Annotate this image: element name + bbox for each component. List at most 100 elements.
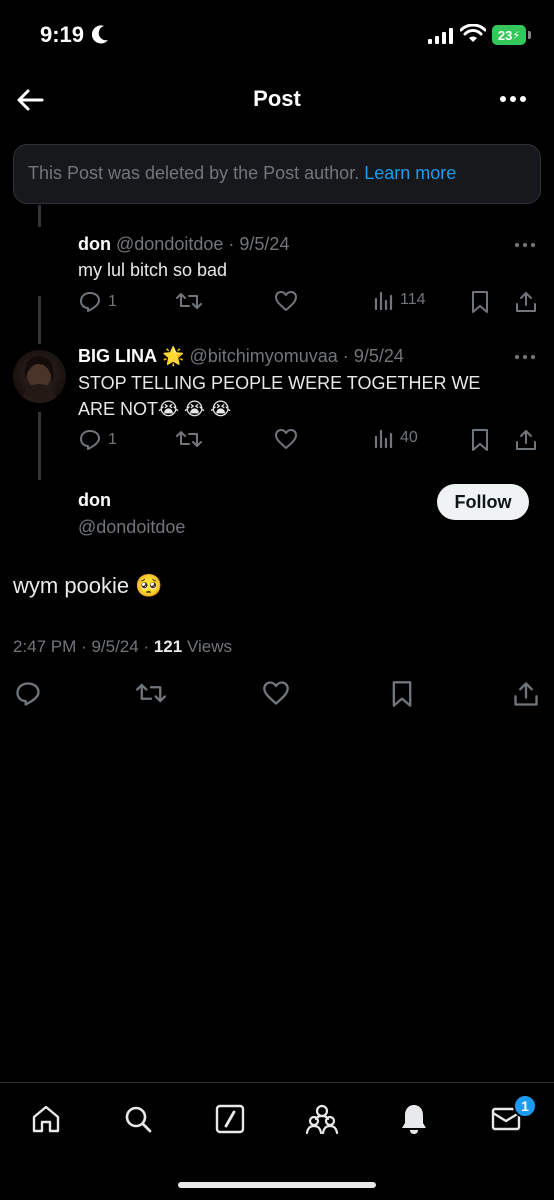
separator: · — [81, 637, 92, 656]
battery-level: 23 — [497, 27, 513, 43]
views-chart-icon — [374, 291, 393, 310]
tab-communities[interactable] — [304, 1101, 340, 1137]
like-button[interactable] — [274, 290, 298, 312]
separator: · — [228, 234, 235, 254]
author-name[interactable]: don — [78, 490, 185, 511]
reply-button[interactable]: 1 — [78, 428, 117, 452]
page-title: Post — [253, 86, 301, 111]
view-count: 40 — [400, 429, 418, 446]
bookmark-button[interactable] — [470, 290, 490, 314]
tab-search[interactable] — [120, 1101, 156, 1137]
deleted-notice-text: This Post was deleted by the Post author… — [28, 163, 360, 183]
reply-icon — [80, 430, 100, 450]
messages-badge: 1 — [513, 1094, 537, 1118]
bookmark-button[interactable] — [390, 680, 414, 713]
bookmark-icon — [472, 429, 488, 451]
battery-tip — [528, 31, 531, 39]
repost-button[interactable] — [176, 290, 202, 312]
share-button[interactable] — [512, 680, 540, 713]
cellular-signal-icon — [428, 28, 453, 44]
reply-header: BIG LINA 🌟 @bitchimyomuvaa · 9/5/24 — [78, 346, 404, 367]
reply-count: 1 — [108, 431, 117, 448]
repost-icon — [136, 683, 166, 703]
view-count: 114 — [400, 291, 426, 308]
follow-button[interactable]: Follow — [437, 484, 529, 520]
tab-home[interactable] — [28, 1101, 64, 1137]
reply-text: my lul bitch so bad — [78, 260, 228, 280]
main-post-actions — [0, 680, 554, 710]
repost-icon — [176, 293, 202, 309]
deleted-post-notice: This Post was deleted by the Post author… — [13, 144, 541, 204]
heart-icon — [275, 429, 297, 449]
more-options-button[interactable] — [498, 86, 528, 112]
avatar-image — [21, 356, 58, 403]
author-handle[interactable]: @bitchimyomuvaa — [189, 346, 337, 366]
tab-notifications[interactable] — [396, 1101, 432, 1137]
reply-button[interactable] — [14, 680, 42, 713]
bookmark-button[interactable] — [470, 428, 490, 452]
author-name[interactable]: BIG LINA — [78, 346, 157, 366]
reply-header: don @dondoitdoe · 9/5/24 — [78, 234, 289, 255]
bell-icon — [402, 1105, 426, 1134]
reply-icon — [16, 682, 40, 706]
status-time: 9:19 — [40, 22, 85, 47]
share-icon — [516, 292, 536, 312]
views-label: Views — [186, 637, 232, 656]
more-dots-icon — [500, 96, 526, 102]
repost-button[interactable] — [176, 428, 202, 450]
share-button[interactable] — [514, 428, 538, 452]
post-time: 2:47 PM — [13, 637, 77, 656]
reply-button[interactable]: 1 — [78, 290, 117, 314]
post-date: 9/5/24 — [239, 234, 290, 254]
reply-icon — [80, 292, 100, 312]
reply-post[interactable]: BIG LINA 🌟 @bitchimyomuvaa · 9/5/24 STOP… — [0, 342, 554, 466]
tab-grok[interactable] — [212, 1101, 248, 1137]
reply-text: STOP TELLING PEOPLE WERE TOGETHER WE ARE… — [78, 373, 481, 419]
main-post-author[interactable]: don @dondoitdoe — [78, 490, 185, 538]
repost-icon — [176, 431, 202, 447]
more-dots-icon[interactable] — [514, 354, 536, 360]
views-chart-icon — [374, 429, 393, 448]
status-bar: 9:19 23 ⚡ — [0, 0, 554, 70]
heart-icon — [263, 681, 289, 705]
author-name[interactable]: don — [78, 234, 111, 254]
views-count: 121 — [153, 637, 183, 656]
share-icon — [514, 682, 538, 706]
bookmark-icon — [472, 291, 488, 313]
like-button[interactable] — [262, 680, 290, 711]
communities-icon — [305, 1104, 339, 1135]
search-icon — [125, 1106, 152, 1133]
author-handle[interactable]: @dondoitdoe — [116, 234, 223, 254]
separator: · — [143, 637, 154, 656]
reply-actions: 1 40 — [78, 428, 538, 456]
author-handle[interactable]: @dondoitdoe — [78, 517, 185, 538]
separator: · — [342, 346, 349, 366]
share-button[interactable] — [514, 290, 538, 314]
views-button[interactable]: 114 — [374, 290, 426, 310]
avatar[interactable] — [13, 350, 66, 403]
home-icon — [32, 1105, 60, 1133]
thread-line — [38, 205, 41, 227]
battery-indicator: 23 ⚡ — [492, 25, 526, 45]
share-icon — [516, 430, 536, 450]
home-indicator — [178, 1182, 376, 1188]
wifi-icon — [460, 24, 486, 42]
reply-actions: 1 114 — [78, 290, 538, 318]
post-header: Post — [0, 70, 554, 130]
repost-button[interactable] — [136, 680, 166, 711]
more-dots-icon[interactable] — [514, 242, 536, 248]
name-emoji: 🌟 — [162, 346, 185, 366]
main-post-text: wym pookie 🥺 — [13, 573, 163, 598]
reply-post[interactable]: don @dondoitdoe · 9/5/24 my lul bitch so… — [0, 228, 554, 328]
views-button[interactable]: 40 — [374, 428, 418, 448]
post-date: 9/5/24 — [353, 346, 404, 366]
like-button[interactable] — [274, 428, 298, 450]
moon-icon — [92, 25, 108, 44]
main-post-meta: 2:47 PM · 9/5/24 · 121 Views — [13, 637, 232, 657]
learn-more-link[interactable]: Learn more — [364, 163, 456, 183]
reply-count: 1 — [108, 293, 117, 310]
heart-icon — [275, 291, 297, 311]
bookmark-icon — [392, 681, 412, 707]
post-date: 9/5/24 — [91, 637, 139, 656]
grok-icon — [215, 1104, 245, 1134]
